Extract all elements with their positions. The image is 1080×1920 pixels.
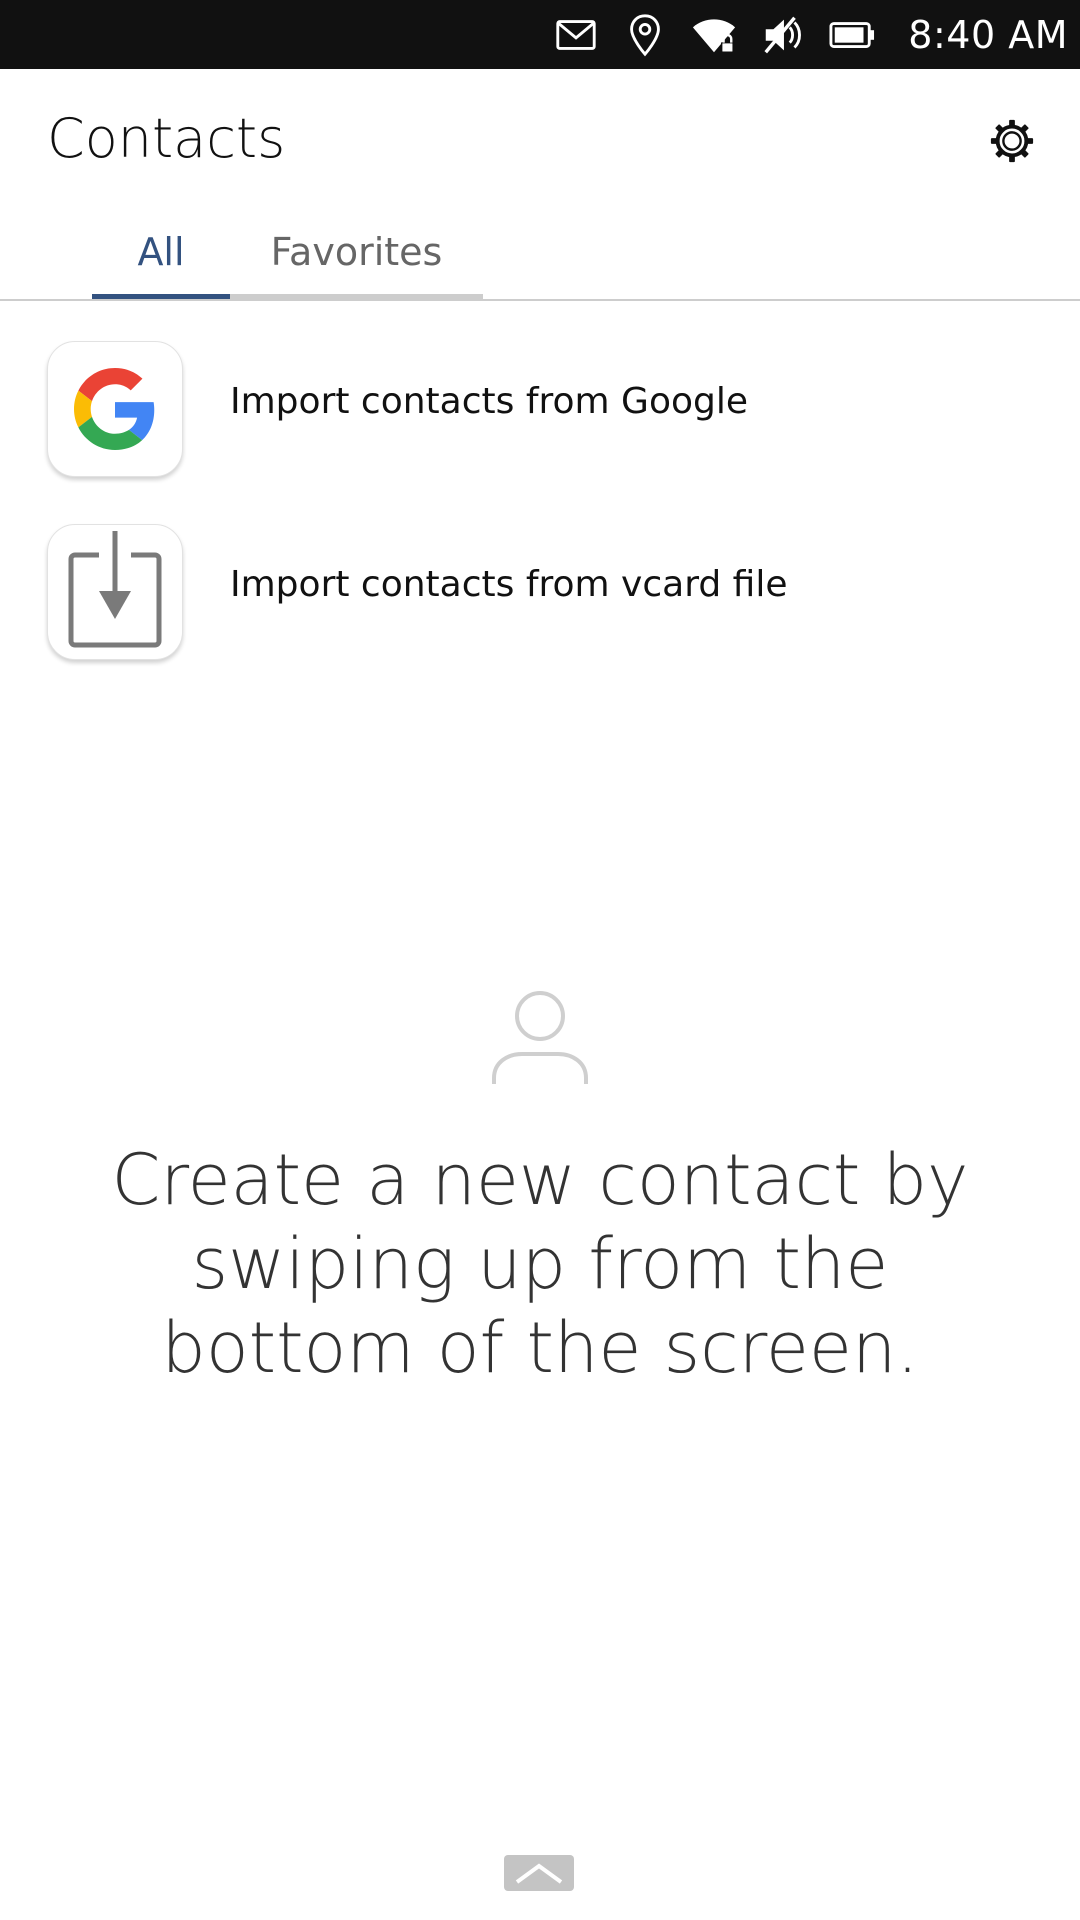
message-icon (550, 9, 602, 61)
location-icon (619, 9, 671, 61)
tab-all[interactable]: All (92, 209, 230, 299)
page-title: Contacts (47, 107, 286, 170)
import-file-icon (68, 531, 162, 648)
bottom-edge-hint[interactable] (504, 1855, 574, 1891)
import-vcard-label: Import contacts from vcard file (230, 564, 788, 605)
google-icon-tile (47, 341, 183, 477)
tab-favorites[interactable]: Favorites (230, 209, 483, 299)
sound-muted-icon (757, 9, 809, 61)
tab-bar: All Favorites (0, 209, 1080, 301)
settings-button[interactable] (984, 113, 1040, 169)
gear-icon (990, 119, 1034, 163)
import-vcard-item[interactable]: Import contacts from vcard file (0, 508, 1080, 668)
import-google-item[interactable]: Import contacts from Google (0, 325, 1080, 485)
status-bar: 8:40 AM (0, 0, 1080, 69)
battery-icon (826, 9, 878, 61)
google-icon (74, 368, 155, 450)
app-header: Contacts (0, 69, 1080, 209)
chevron-up-icon (515, 1863, 563, 1884)
wifi-locked-icon (688, 9, 740, 61)
import-file-icon-tile (47, 524, 183, 660)
empty-state-message: Create a new contact by swiping up from … (111, 1139, 969, 1389)
status-time: 8:40 AM (908, 12, 1068, 57)
status-icons: 8:40 AM (533, 0, 1080, 69)
import-google-label: Import contacts from Google (230, 381, 749, 422)
contact-avatar-icon (492, 991, 588, 1084)
